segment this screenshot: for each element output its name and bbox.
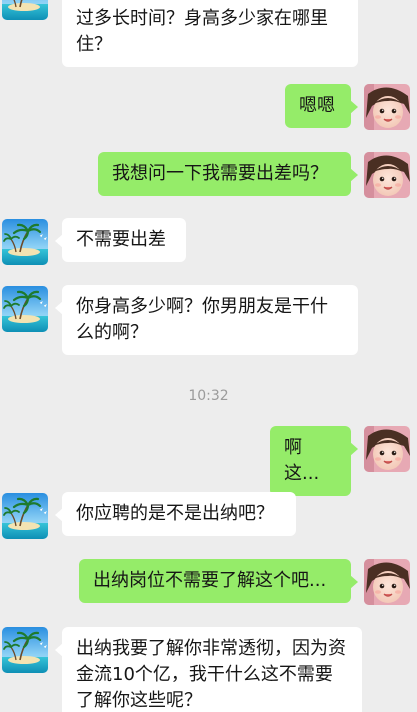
beach-island-palm-trees-icon	[2, 0, 48, 20]
message-bubble-incoming[interactable]: 出纳我要了解你非常透彻，因为资金流10个亿，我干什么这不需要了解你这些呢？	[55, 627, 362, 712]
message-text: 你应聘的是不是出纳吧？	[76, 503, 274, 524]
message-timestamp: 10:32	[188, 388, 229, 404]
child-face-photo-icon	[364, 426, 410, 472]
child-face-photo-icon	[364, 559, 410, 605]
contact-avatar[interactable]	[2, 493, 48, 539]
message-bubble-outgoing[interactable]: 啊这...	[270, 426, 358, 496]
message-text: 你身高多少啊？你男朋友是干什么的啊？	[76, 296, 328, 343]
my-avatar[interactable]	[364, 84, 410, 130]
contact-avatar[interactable]	[2, 627, 48, 673]
contact-avatar[interactable]	[2, 0, 48, 20]
message-bubble-outgoing[interactable]: 嗯嗯	[285, 84, 358, 128]
message-text: 出纳我要了解你非常透彻，因为资金流10个亿，我干什么这不需要了解你这些呢？	[76, 638, 346, 711]
message-text: 出纳岗位不需要了解这个吧...	[93, 570, 327, 591]
message-bubble-outgoing[interactable]: 出纳岗位不需要了解这个吧...	[79, 559, 358, 603]
my-avatar[interactable]	[364, 152, 410, 198]
message-text: 不需要出差	[76, 229, 166, 250]
chat-message-list[interactable]: 待遇福利的吗，多不多大了？做过多长时间？身高多少家在哪里住？ 嗯嗯 我想问一下我…	[0, 0, 417, 712]
my-avatar[interactable]	[364, 426, 410, 472]
message-bubble-incoming[interactable]: 不需要出差	[55, 218, 186, 262]
message-text: 我想问一下我需要出差吗？	[112, 163, 328, 184]
message-bubble-incoming[interactable]: 你身高多少啊？你男朋友是干什么的啊？	[55, 285, 358, 355]
child-face-photo-icon	[364, 84, 410, 130]
contact-avatar[interactable]	[2, 219, 48, 265]
contact-avatar[interactable]	[2, 286, 48, 332]
beach-island-palm-trees-icon	[2, 627, 48, 673]
beach-island-palm-trees-icon	[2, 219, 48, 265]
message-text: 嗯嗯	[299, 95, 335, 116]
message-text: 待遇福利的吗，多不多大了？做过多长时间？身高多少家在哪里住？	[76, 0, 328, 55]
message-bubble-incoming[interactable]: 待遇福利的吗，多不多大了？做过多长时间？身高多少家在哪里住？	[55, 0, 358, 67]
message-bubble-incoming[interactable]: 你应聘的是不是出纳吧？	[55, 492, 296, 536]
message-text: 啊这...	[284, 437, 320, 484]
message-bubble-outgoing[interactable]: 我想问一下我需要出差吗？	[98, 152, 358, 196]
beach-island-palm-trees-icon	[2, 286, 48, 332]
child-face-photo-icon	[364, 152, 410, 198]
beach-island-palm-trees-icon	[2, 493, 48, 539]
my-avatar[interactable]	[364, 559, 410, 605]
